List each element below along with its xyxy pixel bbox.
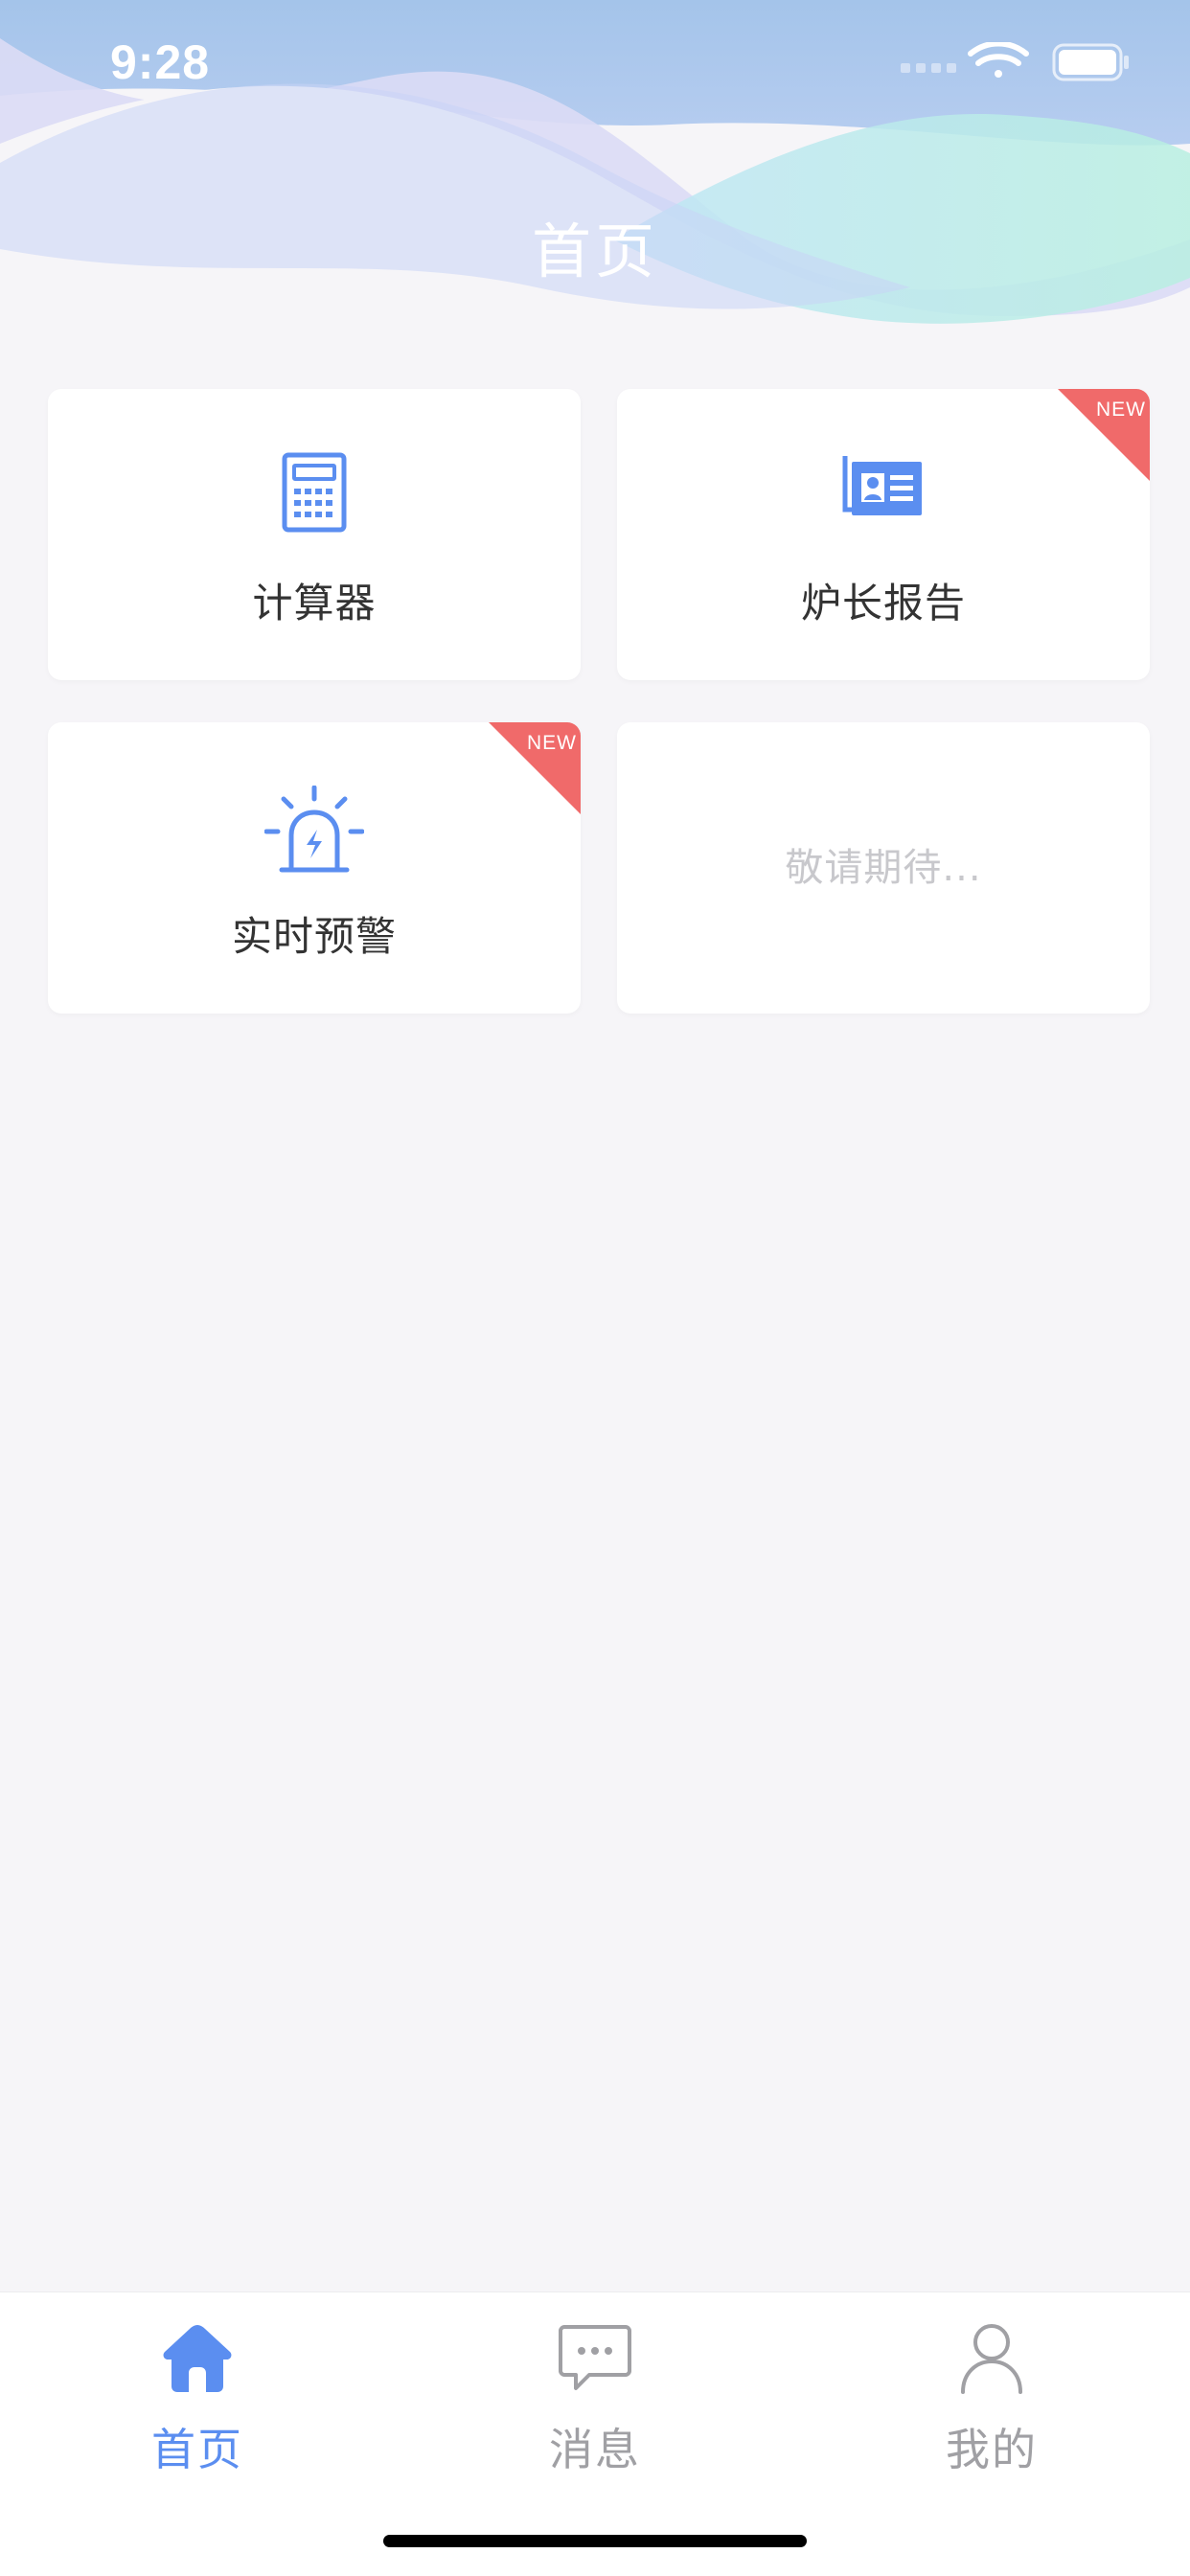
realtime-alert-card[interactable]: 实时预警 NEW xyxy=(48,722,581,1014)
status-icons xyxy=(901,42,1129,81)
alarm-light-icon xyxy=(264,786,364,873)
home-indicator[interactable] xyxy=(383,2535,807,2547)
new-badge-text: NEW xyxy=(1096,399,1146,421)
status-time: 9:28 xyxy=(110,35,211,89)
tab-messages-label: 消息 xyxy=(549,2424,641,2475)
cellular-signal-icon xyxy=(901,63,956,73)
tab-home-label: 首页 xyxy=(151,2424,243,2475)
user-icon xyxy=(961,2324,1022,2394)
home-icon xyxy=(163,2325,232,2392)
message-icon xyxy=(559,2325,631,2390)
realtime-alert-label: 实时预警 xyxy=(231,913,397,960)
calculator-label: 计算器 xyxy=(252,580,377,627)
tab-messages[interactable]: 消息 xyxy=(470,2312,720,2484)
furnace-report-card[interactable]: 炉长报告 NEW xyxy=(617,389,1150,680)
tab-bar: 首页 消息 我的 xyxy=(0,2291,1190,2576)
status-bar: 9:28 xyxy=(0,0,1190,126)
wifi-icon xyxy=(968,42,1029,78)
furnace-report-label: 炉长报告 xyxy=(800,580,966,627)
calculator-icon xyxy=(282,452,347,533)
page-title: 首页 xyxy=(531,217,658,286)
battery-icon xyxy=(1052,43,1129,81)
id-card-icon xyxy=(842,456,922,515)
calculator-card[interactable]: 计算器 xyxy=(48,389,581,680)
tab-profile[interactable]: 我的 xyxy=(867,2312,1116,2484)
new-badge-text: NEW xyxy=(527,732,577,754)
tab-profile-label: 我的 xyxy=(946,2424,1038,2475)
coming-soon-card: 敬请期待... xyxy=(617,722,1150,1014)
coming-soon-text: 敬请期待... xyxy=(785,846,982,890)
tab-home[interactable]: 首页 xyxy=(73,2312,322,2484)
